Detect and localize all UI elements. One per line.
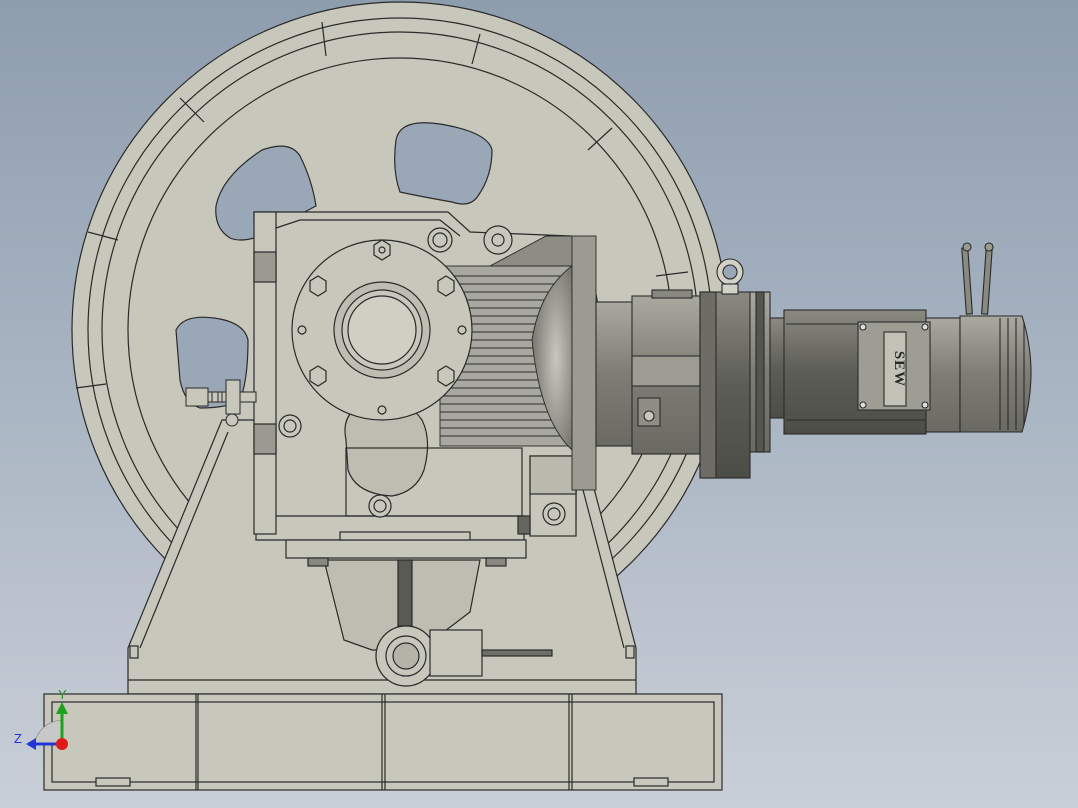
nameplate-brand-text: SEW bbox=[891, 351, 907, 387]
cad-drawing: SEW Y Z bbox=[14, 1, 1032, 791]
wheel-spoke-hole bbox=[394, 122, 493, 205]
x-axis-dot bbox=[56, 738, 68, 750]
motor-nameplate: SEW bbox=[857, 321, 931, 411]
cad-viewport[interactable]: SEW Y Z bbox=[0, 0, 1078, 808]
base-beam bbox=[43, 693, 723, 791]
output-flange bbox=[291, 239, 473, 421]
y-axis-label: Y bbox=[58, 687, 67, 702]
z-axis-label: Z bbox=[14, 731, 22, 746]
